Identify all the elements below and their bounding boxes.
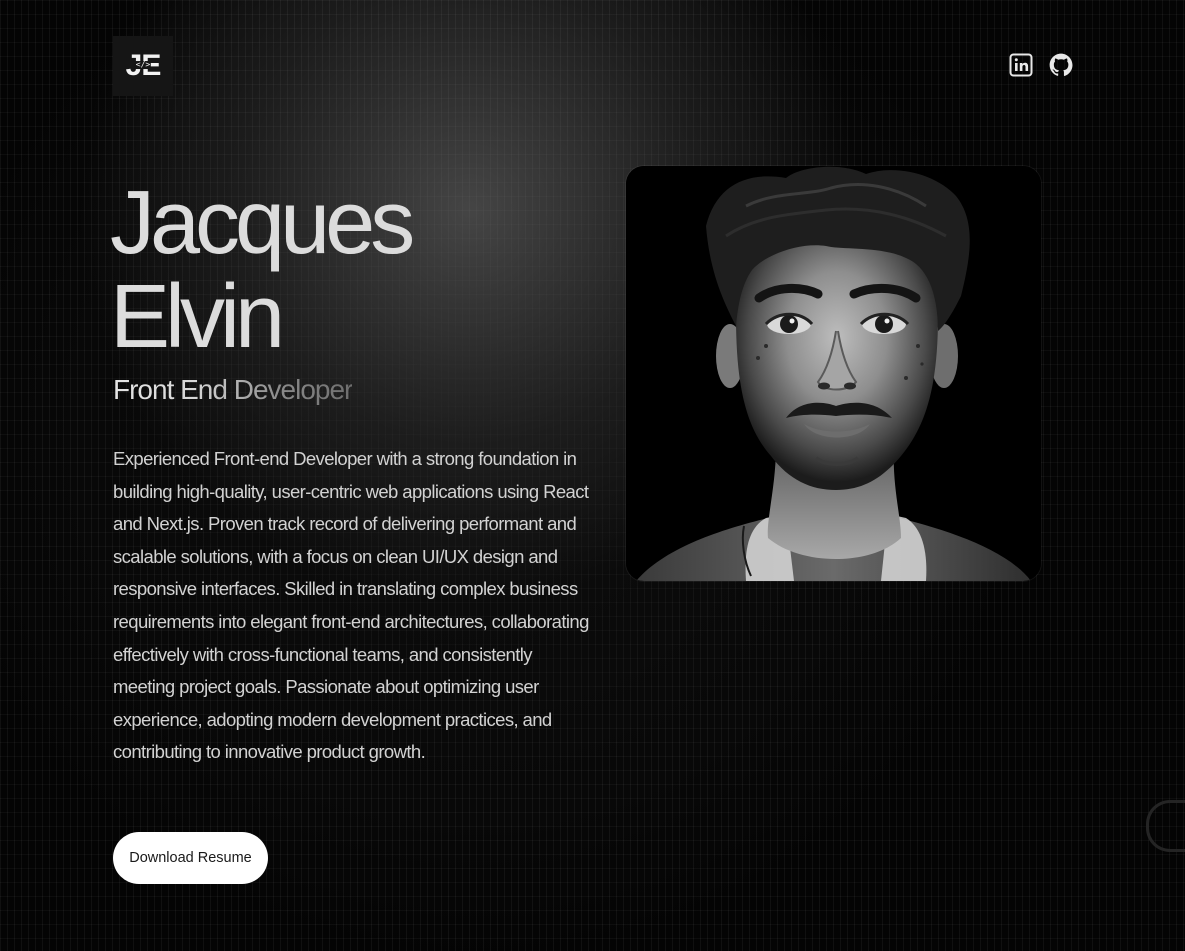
job-title: Front End Developer: [113, 374, 353, 405]
first-name: Jacques: [110, 173, 415, 273]
linkedin-icon: [1009, 53, 1033, 77]
site-logo[interactable]: JE </>: [113, 36, 173, 96]
scroll-decoration: [1146, 800, 1185, 852]
developer-name: Jacques Elvin: [110, 173, 415, 367]
last-name: Elvin: [110, 267, 285, 367]
bio-paragraph: Experienced Front-end Developer with a s…: [113, 448, 589, 763]
profile-portrait: [626, 166, 1041, 581]
hero-section: JE </> Jacques Elvin Front End Developer…: [0, 0, 1185, 951]
download-resume-button[interactable]: Download Resume: [113, 832, 268, 884]
github-link[interactable]: [1048, 52, 1074, 78]
github-icon: [1049, 53, 1073, 76]
linkedin-link[interactable]: [1008, 52, 1034, 78]
social-links: [1008, 52, 1074, 78]
logo-code-glyph: </>: [134, 60, 152, 70]
